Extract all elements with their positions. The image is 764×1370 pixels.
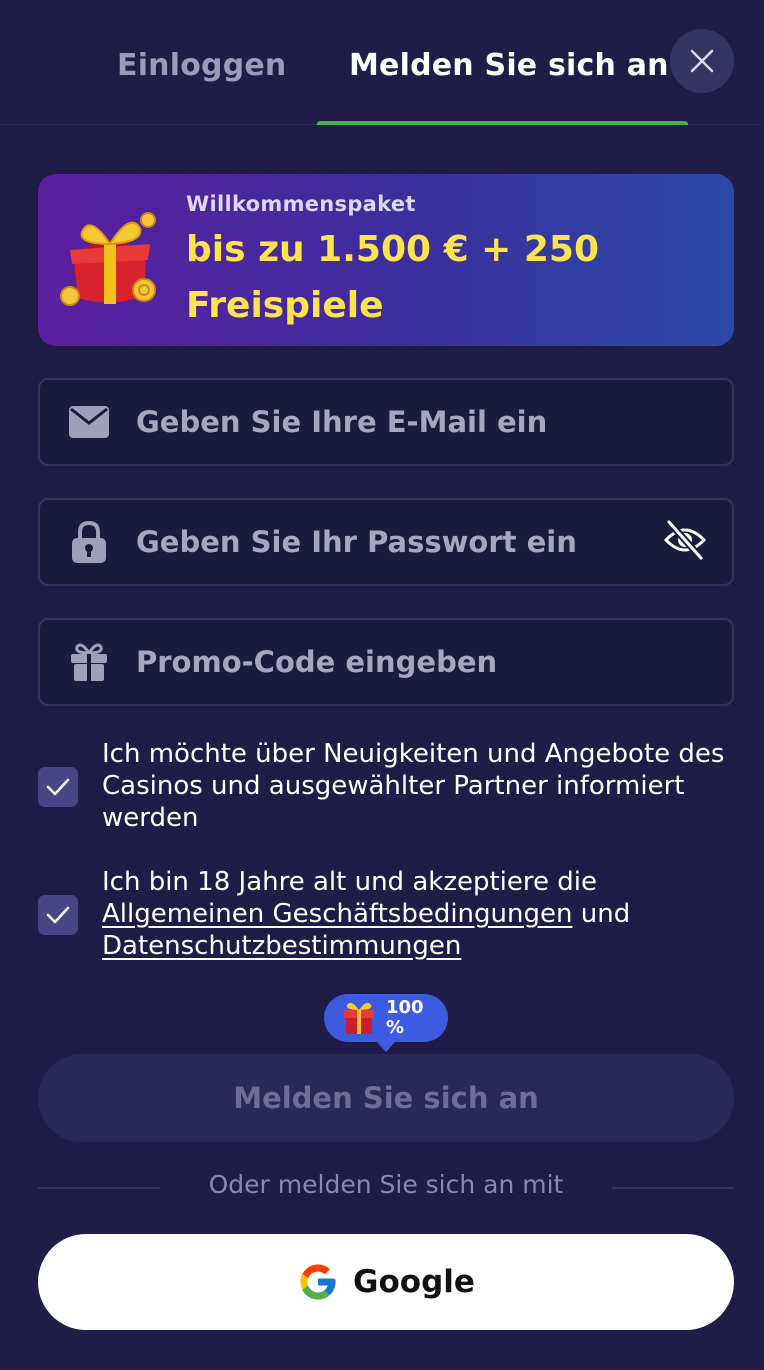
gift-icon [60,212,156,306]
email-input[interactable] [136,380,636,464]
gift-icon [344,1002,374,1034]
register-button[interactable]: Melden Sie sich an [38,1054,734,1142]
terms-checkbox[interactable] [38,895,78,935]
active-tab-indicator [317,121,688,125]
close-button[interactable] [670,29,734,93]
checkmark-icon [46,778,70,796]
welcome-banner: Willkommenspaket bis zu 1.500 € + 250 Fr… [38,174,734,346]
newsletter-consent-text: Ich möchte über Neuigkeiten und Angebote… [102,739,725,833]
bonus-tooltip: 100 % [324,994,448,1052]
auth-header: Einloggen Melden Sie sich an [0,0,764,125]
tab-register[interactable]: Melden Sie sich an [349,48,669,83]
bonus-percent: 100 % [386,997,424,1038]
google-signin-button[interactable]: Google [38,1234,734,1330]
password-field-container [38,498,734,586]
checkmark-icon [46,906,70,924]
divider-text: Oder melden Sie sich an mit [208,1170,564,1199]
terms-text-before: Ich bin 18 Jahre alt und akzeptiere die [102,867,597,897]
banner-subtitle: Willkommenspaket [186,192,416,216]
promo-code-input[interactable] [136,620,636,704]
terms-link[interactable]: Allgemeinen Geschäftsbedingungen [102,899,572,929]
google-icon [300,1264,336,1300]
newsletter-checkbox[interactable] [38,767,78,807]
terms-consent-text: Ich bin 18 Jahre alt und akzeptiere die … [102,866,742,962]
newsletter-consent: Ich möchte über Neuigkeiten und Angebote… [38,738,738,838]
email-field-container [38,378,734,466]
divider-line-left [38,1187,160,1189]
lock-icon [68,521,110,563]
envelope-icon [68,402,110,442]
google-label: Google [353,1264,475,1300]
password-input[interactable] [136,500,636,584]
eye-off-icon[interactable] [662,517,708,563]
terms-consent: Ich bin 18 Jahre alt und akzeptiere die … [38,866,738,966]
divider-line-right [612,1187,734,1189]
tab-login[interactable]: Einloggen [117,48,286,83]
gift-icon [68,642,110,682]
terms-text-middle: und [572,899,631,929]
banner-title: bis zu 1.500 € + 250 Freispiele [186,229,600,326]
promo-field-container [38,618,734,706]
privacy-link[interactable]: Datenschutzbestimmungen [102,931,461,961]
close-icon [690,49,714,73]
